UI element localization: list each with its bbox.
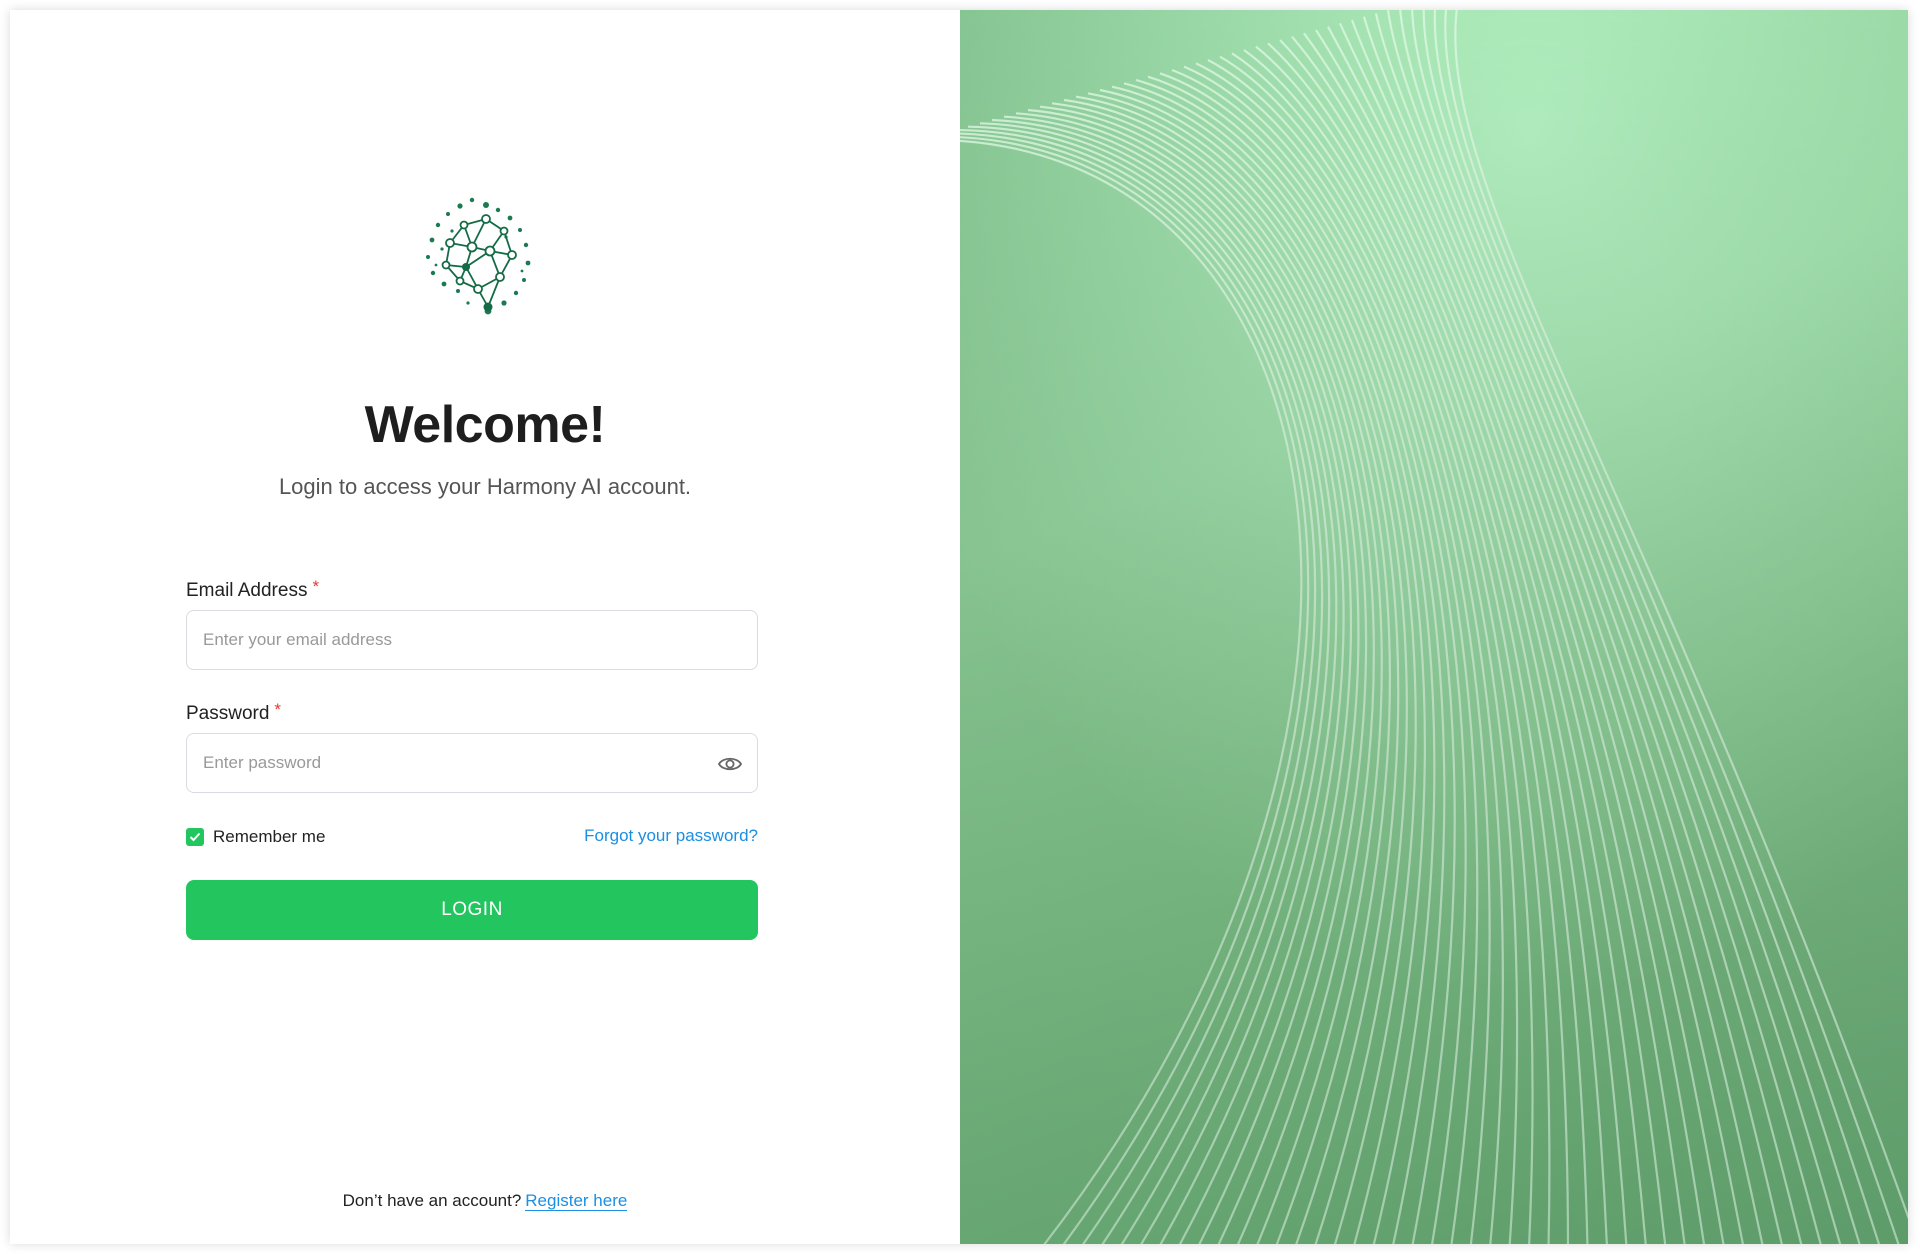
email-label: Email Address * xyxy=(186,577,319,602)
welcome-title: Welcome! xyxy=(364,396,606,454)
register-link[interactable]: Register here xyxy=(525,1191,628,1211)
email-field-container xyxy=(186,610,758,670)
hero-image xyxy=(960,10,1908,1244)
register-prompt-text: Don’t have an account? xyxy=(342,1191,522,1210)
check-icon xyxy=(189,832,201,842)
login-subtitle: Login to access your Harmony AI account. xyxy=(278,474,692,499)
wave-lines-pattern xyxy=(960,10,1908,1244)
login-button[interactable]: LOGIN xyxy=(186,880,758,940)
forgot-password-link[interactable]: Forgot your password? xyxy=(584,826,758,846)
password-label-text: Password xyxy=(186,703,270,724)
brain-network-logo xyxy=(426,197,531,315)
eye-icon[interactable] xyxy=(717,752,743,776)
email-field[interactable] xyxy=(187,611,757,669)
remember-me-label: Remember me xyxy=(213,827,326,846)
password-required-marker: * xyxy=(274,700,282,719)
password-field-container xyxy=(186,733,758,793)
login-panel: Welcome! Login to access your Harmony AI… xyxy=(10,10,960,1244)
password-field[interactable] xyxy=(187,734,757,792)
remember-me-checkbox[interactable]: Remember me xyxy=(186,827,325,847)
login-window: Welcome! Login to access your Harmony AI… xyxy=(10,10,1908,1244)
register-prompt: Don’t have an account? Register here xyxy=(10,1191,960,1211)
password-label: Password * xyxy=(186,700,281,725)
email-label-text: Email Address xyxy=(186,580,308,601)
checkbox-checked[interactable] xyxy=(186,828,204,846)
email-required-marker: * xyxy=(312,577,320,596)
